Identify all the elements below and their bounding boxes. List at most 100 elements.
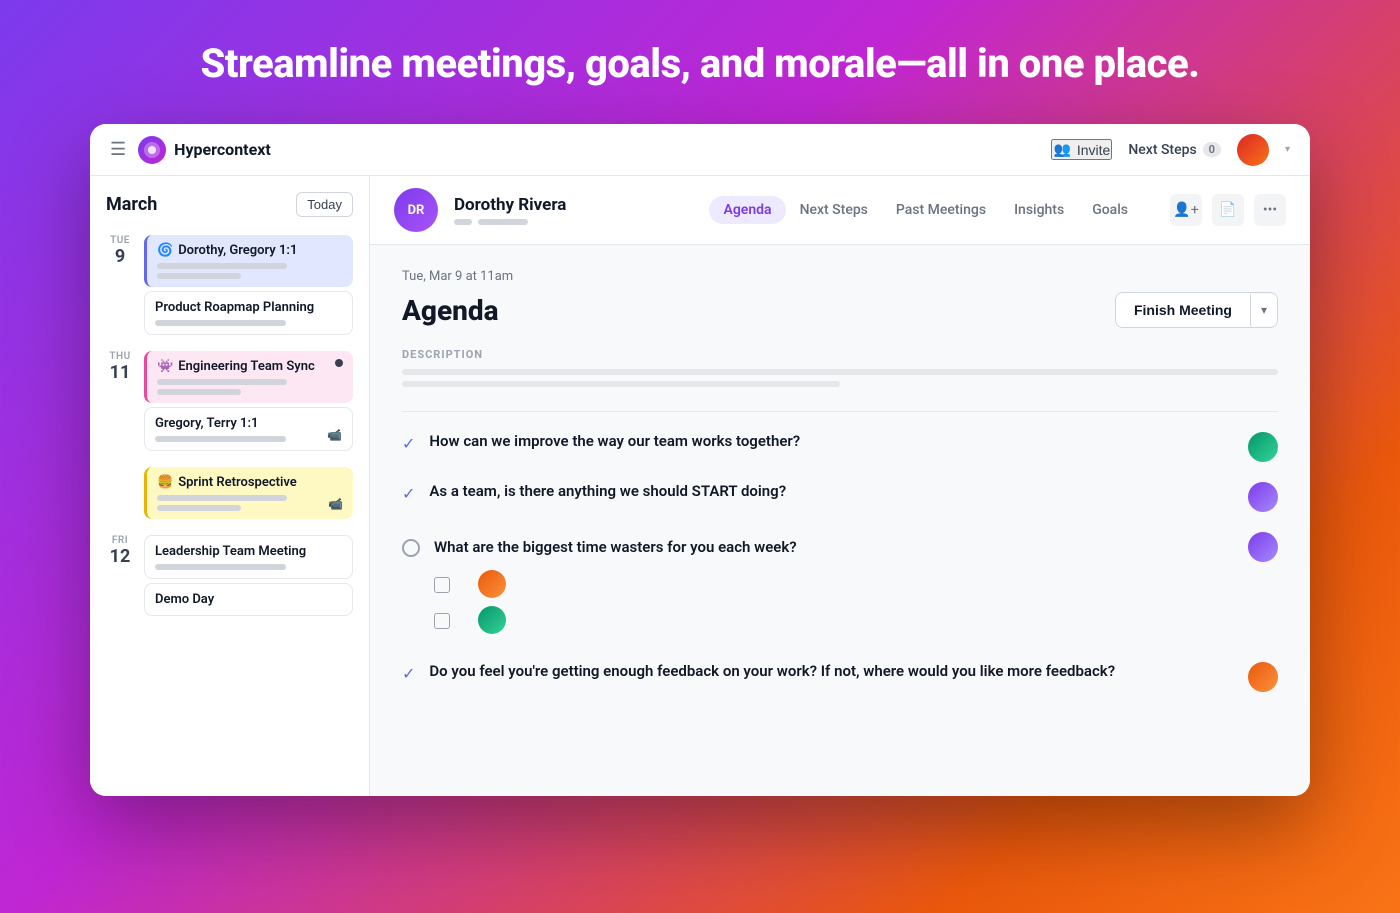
agenda-item-avatar xyxy=(1248,662,1278,692)
checkmark-icon: ✓ xyxy=(402,664,415,683)
finish-meeting-button[interactable]: Finish Meeting xyxy=(1116,293,1250,327)
agenda-item-text: How can we improve the way our team work… xyxy=(429,432,1234,450)
agenda-item-1: ✓ How can we improve the way our team wo… xyxy=(402,432,1278,462)
event-subtitle-line xyxy=(155,320,286,326)
app-window: ☰ Hypercontext 👥 Invite Next Steps 0 xyxy=(90,124,1310,796)
sidebar-month-header: March Today xyxy=(90,192,369,229)
agenda-item-text: Do you feel you're getting enough feedba… xyxy=(429,662,1234,680)
event-title: 🍔 Sprint Retrospective xyxy=(157,475,343,490)
checkbox-icon xyxy=(434,613,450,629)
chevron-down-icon[interactable]: ▾ xyxy=(1285,144,1290,155)
today-button[interactable]: Today xyxy=(296,192,353,217)
finish-meeting-button-group: Finish Meeting ▾ xyxy=(1115,292,1278,328)
sub-item-avatar xyxy=(478,570,506,598)
sub-item-1 xyxy=(434,570,506,598)
meeting-icons-row xyxy=(454,219,693,225)
event-subtitle-line xyxy=(155,564,286,570)
event-subtitle-line1 xyxy=(157,495,287,501)
event-subtitle-line2 xyxy=(157,273,241,279)
sub-item-avatar xyxy=(478,606,506,634)
day-num-12: 12 xyxy=(110,546,131,567)
description-lines xyxy=(402,369,1278,387)
event-subtitle-line1 xyxy=(157,379,287,385)
invite-icon: 👥 xyxy=(1053,141,1070,158)
event-subtitle-line2 xyxy=(157,389,241,395)
hamburger-icon[interactable]: ☰ xyxy=(110,139,126,160)
event-leadership-team[interactable]: Leadership Team Meeting xyxy=(144,535,353,579)
brand-name: Hypercontext xyxy=(174,140,271,159)
event-dot-indicator xyxy=(335,359,343,367)
day-name-fri: FRI xyxy=(112,535,128,546)
event-gregory-terry[interactable]: Gregory, Terry 1:1 📹 xyxy=(144,407,353,451)
agenda-item-content: What are the biggest time wasters for yo… xyxy=(434,538,1234,556)
user-avatar[interactable] xyxy=(1237,134,1269,166)
day-section-thu11: THU 11 👾 Engineering Team Sync xyxy=(90,345,369,457)
day-header-tue9: TUE 9 🌀 Dorothy, Gregory 1:1 xyxy=(90,229,369,341)
agenda-date: Tue, Mar 9 at 11am xyxy=(402,269,1278,284)
agenda-item-2: ✓ As a team, is there anything we should… xyxy=(402,482,1278,512)
day-events-thu11: 👾 Engineering Team Sync Gregory, Terry 1… xyxy=(144,351,353,451)
sidebar: March Today TUE 9 🌀 Dorothy, Gregory 1:1 xyxy=(90,176,370,796)
tab-next-steps[interactable]: Next Steps xyxy=(786,196,882,224)
event-sprint-retrospective[interactable]: 🍔 Sprint Retrospective 📹 xyxy=(144,467,353,519)
day-section-sprint: 🍔 Sprint Retrospective 📹 xyxy=(90,461,369,525)
logo-area: Hypercontext xyxy=(138,136,271,164)
document-button[interactable]: 📄 xyxy=(1212,194,1244,226)
month-label: March xyxy=(106,194,157,215)
event-subtitle-line2 xyxy=(157,505,241,511)
agenda-title-row: Agenda Finish Meeting ▾ xyxy=(402,292,1278,328)
agenda-item-4: ✓ Do you feel you're getting enough feed… xyxy=(402,662,1278,692)
day-events-fri12: Leadership Team Meeting Demo Day xyxy=(144,535,353,616)
day-header-sprint: 🍔 Sprint Retrospective 📹 xyxy=(90,461,369,525)
tab-actions: 👤+ 📄 ••• xyxy=(1170,194,1286,226)
desc-line-1 xyxy=(402,369,1278,375)
event-dorothy-gregory[interactable]: 🌀 Dorothy, Gregory 1:1 xyxy=(144,235,353,287)
day-header-fri12: FRI 12 Leadership Team Meeting Demo xyxy=(90,529,369,622)
meeting-info: Dorothy Rivera xyxy=(454,195,693,225)
event-subtitle-line xyxy=(155,436,286,442)
event-subtitle-line1 xyxy=(157,263,287,269)
next-steps-badge: 0 xyxy=(1203,142,1221,157)
meeting-name: Dorothy Rivera xyxy=(454,195,693,215)
day-events-sprint: 🍔 Sprint Retrospective 📹 xyxy=(144,467,353,519)
video-icon: 📹 xyxy=(328,497,343,511)
day-num-9: 9 xyxy=(115,246,125,267)
agenda-item-avatar xyxy=(1248,532,1278,562)
sub-item-2 xyxy=(434,606,506,634)
agenda-item-avatar xyxy=(1248,482,1278,512)
hero-title: Streamline meetings, goals, and morale—a… xyxy=(200,40,1199,88)
event-title: Product Roapmap Planning xyxy=(155,300,342,315)
main-layout: March Today TUE 9 🌀 Dorothy, Gregory 1:1 xyxy=(90,176,1310,796)
agenda-item-text: As a team, is there anything we should S… xyxy=(429,482,1234,500)
checkmark-icon: ✓ xyxy=(402,484,415,503)
next-steps-nav-button[interactable]: Next Steps 0 xyxy=(1128,142,1221,158)
agenda-item-avatar xyxy=(1248,432,1278,462)
more-options-button[interactable]: ••• xyxy=(1254,194,1286,226)
agenda-item-content: As a team, is there anything we should S… xyxy=(429,482,1234,500)
add-participant-button[interactable]: 👤+ xyxy=(1170,194,1202,226)
day-section-tue9: TUE 9 🌀 Dorothy, Gregory 1:1 xyxy=(90,229,369,341)
divider xyxy=(402,411,1278,412)
tab-agenda[interactable]: Agenda xyxy=(709,196,785,224)
logo-icon xyxy=(138,136,166,164)
video-icon: 📹 xyxy=(327,428,342,442)
finish-meeting-dropdown-button[interactable]: ▾ xyxy=(1250,294,1277,326)
invite-button[interactable]: 👥 Invite xyxy=(1051,139,1112,160)
nav-left: ☰ Hypercontext xyxy=(110,136,271,164)
meeting-header: DR Dorothy Rivera Agenda Next Steps Past… xyxy=(370,176,1310,245)
event-demo-day[interactable]: Demo Day xyxy=(144,583,353,616)
event-engineering-team[interactable]: 👾 Engineering Team Sync xyxy=(144,351,353,403)
day-header-thu11: THU 11 👾 Engineering Team Sync xyxy=(90,345,369,457)
agenda-content: Tue, Mar 9 at 11am Agenda Finish Meeting… xyxy=(370,245,1310,736)
tab-insights[interactable]: Insights xyxy=(1000,196,1078,224)
event-product-roadmap[interactable]: Product Roapmap Planning xyxy=(144,291,353,335)
tab-past-meetings[interactable]: Past Meetings xyxy=(882,196,1000,224)
event-title: 👾 Engineering Team Sync xyxy=(157,359,343,374)
tab-goals[interactable]: Goals xyxy=(1078,196,1142,224)
circle-icon xyxy=(402,539,420,557)
event-title: Demo Day xyxy=(155,592,342,607)
meeting-icon-dot1 xyxy=(454,219,472,225)
agenda-title: Agenda xyxy=(402,294,499,327)
checkmark-icon: ✓ xyxy=(402,434,415,453)
agenda-item-3: What are the biggest time wasters for yo… xyxy=(402,532,1278,642)
